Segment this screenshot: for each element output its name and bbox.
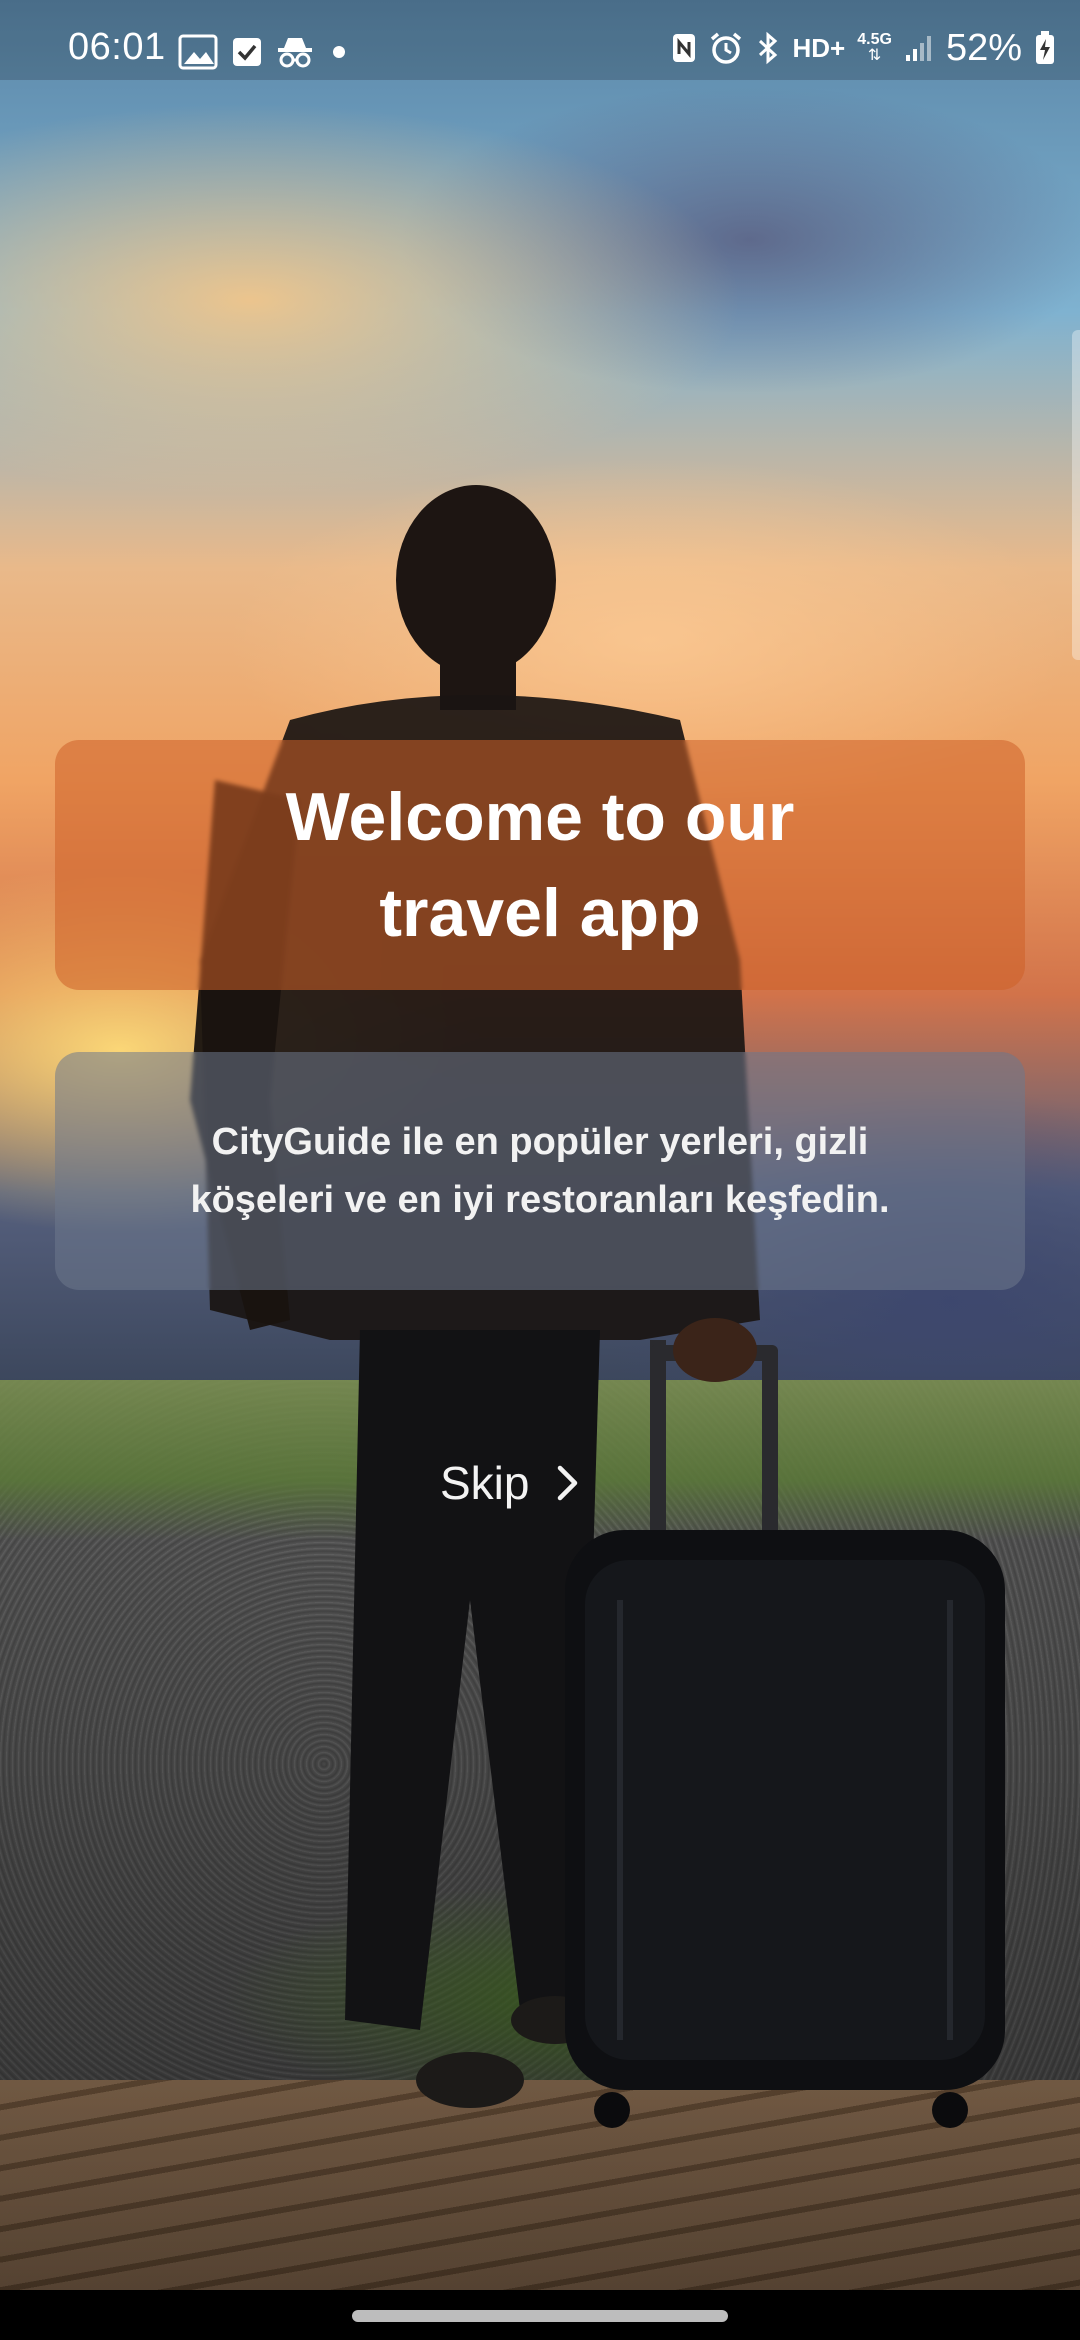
checkbox-icon: [232, 37, 262, 67]
welcome-description: CityGuide ile en popüler yerleri, gizli …: [190, 1121, 890, 1221]
gallery-badge-icon: [178, 34, 218, 70]
network-4-5g-icon: 4.5G ⇅: [857, 31, 892, 64]
battery-charging-icon: [1034, 31, 1056, 65]
home-gesture-handle[interactable]: [352, 2310, 728, 2322]
status-time: 06:01: [68, 26, 166, 68]
description-card: CityGuide ile en popüler yerleri, gizli …: [55, 1052, 1025, 1290]
battery-percent: 52%: [945, 26, 1022, 69]
edge-panel-handle[interactable]: [1072, 330, 1080, 660]
alarm-icon: [709, 31, 743, 65]
status-left-icons: [178, 30, 350, 74]
status-right-icons: HD+ 4.5G ⇅ 52%: [671, 26, 1057, 70]
welcome-card: Welcome to our travel app: [55, 740, 1025, 990]
dot-icon: [328, 41, 350, 63]
skip-button[interactable]: Skip: [440, 1450, 581, 1516]
nfc-icon: [671, 32, 697, 64]
incognito-icon: [276, 36, 314, 68]
status-bar: 06:01 HD+ 4.5G ⇅ 52%: [0, 0, 1080, 80]
hd-voice-icon: HD+: [792, 32, 846, 63]
skip-label: Skip: [440, 1457, 530, 1509]
signal-icon: [904, 33, 934, 63]
welcome-title: Welcome to our travel app: [285, 779, 795, 951]
chevron-right-icon: [555, 1463, 581, 1503]
bluetooth-icon: [755, 31, 781, 65]
